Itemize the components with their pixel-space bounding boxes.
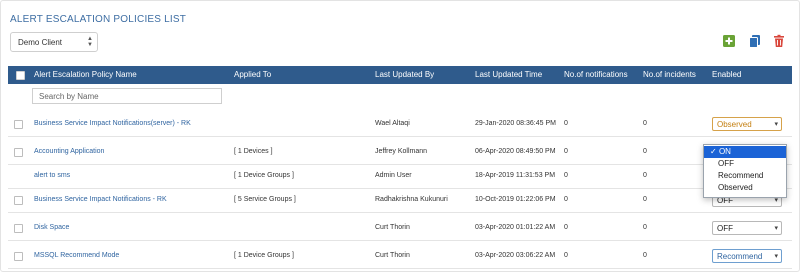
incidents-cell: 0: [643, 224, 647, 231]
table-row: Disk Space Curt Thorin 03-Apr-2020 01:01…: [8, 216, 792, 241]
applied-to-cell: [ 1 Device Groups ]: [234, 172, 294, 179]
enabled-select[interactable]: OFF ▾: [712, 221, 782, 235]
row-checkbox[interactable]: [14, 252, 23, 261]
chevron-down-icon: ▾: [774, 225, 778, 232]
policy-name-link[interactable]: alert to sms: [34, 172, 70, 179]
row-checkbox[interactable]: [14, 224, 23, 233]
row-checkbox[interactable]: [14, 148, 23, 157]
dropdown-option-label: ON: [718, 147, 731, 156]
updated-time-cell: 10-Oct-2019 01:22:06 PM: [475, 196, 556, 203]
column-header-notifications[interactable]: No.of notifications: [564, 70, 628, 79]
client-select[interactable]: Demo Client ▲ ▼: [10, 32, 98, 52]
search-by-name-input[interactable]: [32, 88, 222, 104]
updated-by-cell: Jeffrey Kollmann: [375, 148, 428, 155]
copy-policy-button[interactable]: [748, 34, 762, 48]
updated-time-cell: 03-Apr-2020 03:06:22 AM: [475, 252, 556, 259]
updated-time-cell: 18-Apr-2019 11:31:53 PM: [475, 172, 556, 179]
column-header-incidents[interactable]: No.of incidents: [643, 70, 696, 79]
notifications-cell: 0: [564, 148, 568, 155]
applied-to-cell: [ 1 Devices ]: [234, 148, 273, 155]
applied-to-cell: [ 1 Device Groups ]: [234, 252, 294, 259]
table-row: alert to sms [ 1 Device Groups ] Admin U…: [8, 164, 792, 189]
dropdown-option-observed[interactable]: Observed: [704, 182, 786, 194]
enabled-select[interactable]: Observed ▾: [712, 117, 782, 131]
column-header-policy-name[interactable]: Alert Escalation Policy Name: [34, 70, 137, 79]
column-header-enabled[interactable]: Enabled: [712, 70, 741, 79]
delete-policy-button[interactable]: [772, 34, 786, 48]
notifications-cell: 0: [564, 252, 568, 259]
column-header-last-updated-by[interactable]: Last Updated By: [375, 70, 434, 79]
table-row: Accounting Application [ 1 Devices ] Jef…: [8, 140, 792, 165]
notifications-cell: 0: [564, 172, 568, 179]
chevron-down-icon: ▾: [774, 121, 778, 128]
table-row: Business Service Impact Notifications(se…: [8, 112, 792, 137]
notifications-cell: 0: [564, 224, 568, 231]
chevron-down-icon: ▾: [774, 253, 778, 260]
select-all-checkbox[interactable]: [16, 71, 25, 80]
enabled-select[interactable]: Recommend ▾: [712, 249, 782, 263]
policy-name-link[interactable]: Business Service Impact Notifications - …: [34, 196, 167, 203]
policy-name-link[interactable]: Disk Space: [34, 224, 69, 231]
updown-chevron-icon: ▲ ▼: [87, 36, 93, 48]
updated-time-cell: 03-Apr-2020 01:01:22 AM: [475, 224, 556, 231]
dropdown-option-on[interactable]: ✓ ON: [704, 146, 786, 158]
row-checkbox[interactable]: [14, 196, 23, 205]
incidents-cell: 0: [643, 196, 647, 203]
enabled-select-value: Recommend: [717, 252, 763, 261]
column-header-last-updated-time[interactable]: Last Updated Time: [475, 70, 542, 79]
updated-time-cell: 29-Jan-2020 08:36:45 PM: [475, 120, 556, 127]
incidents-cell: 0: [643, 252, 647, 259]
enabled-dropdown-menu: ✓ ON OFF Recommend Observed: [703, 144, 787, 198]
notifications-cell: 0: [564, 120, 568, 127]
incidents-cell: 0: [643, 172, 647, 179]
incidents-cell: 0: [643, 148, 647, 155]
enabled-select-value: Observed: [717, 120, 752, 129]
notifications-cell: 0: [564, 196, 568, 203]
table-row: MSSQL Recommend Mode [ 1 Device Groups ]…: [8, 244, 792, 269]
updated-by-cell: Wael Altaqi: [375, 120, 410, 127]
updated-by-cell: Curt Thorin: [375, 224, 410, 231]
applied-to-cell: [ 5 Service Groups ]: [234, 196, 296, 203]
enabled-select-value: OFF: [717, 224, 733, 233]
updated-time-cell: 06-Apr-2020 08:49:50 PM: [475, 148, 556, 155]
add-policy-button[interactable]: [722, 34, 736, 48]
updated-by-cell: Radhakrishna Kukunuri: [375, 196, 448, 203]
updated-by-cell: Admin User: [375, 172, 412, 179]
page-title: ALERT ESCALATION POLICIES LIST: [10, 14, 187, 25]
updated-by-cell: Curt Thorin: [375, 252, 410, 259]
policy-name-link[interactable]: Business Service Impact Notifications(se…: [34, 120, 191, 127]
row-checkbox[interactable]: [14, 120, 23, 129]
dropdown-option-recommend[interactable]: Recommend: [704, 170, 786, 182]
check-icon: ✓: [710, 147, 717, 156]
client-select-value: Demo Client: [18, 38, 63, 47]
policy-name-link[interactable]: Accounting Application: [34, 148, 104, 155]
dropdown-option-off[interactable]: OFF: [704, 158, 786, 170]
policy-name-link[interactable]: MSSQL Recommend Mode: [34, 252, 119, 259]
table-header: Alert Escalation Policy Name Applied To …: [8, 66, 792, 84]
incidents-cell: 0: [643, 120, 647, 127]
column-header-applied-to[interactable]: Applied To: [234, 70, 271, 79]
table-row: Business Service Impact Notifications - …: [8, 188, 792, 213]
